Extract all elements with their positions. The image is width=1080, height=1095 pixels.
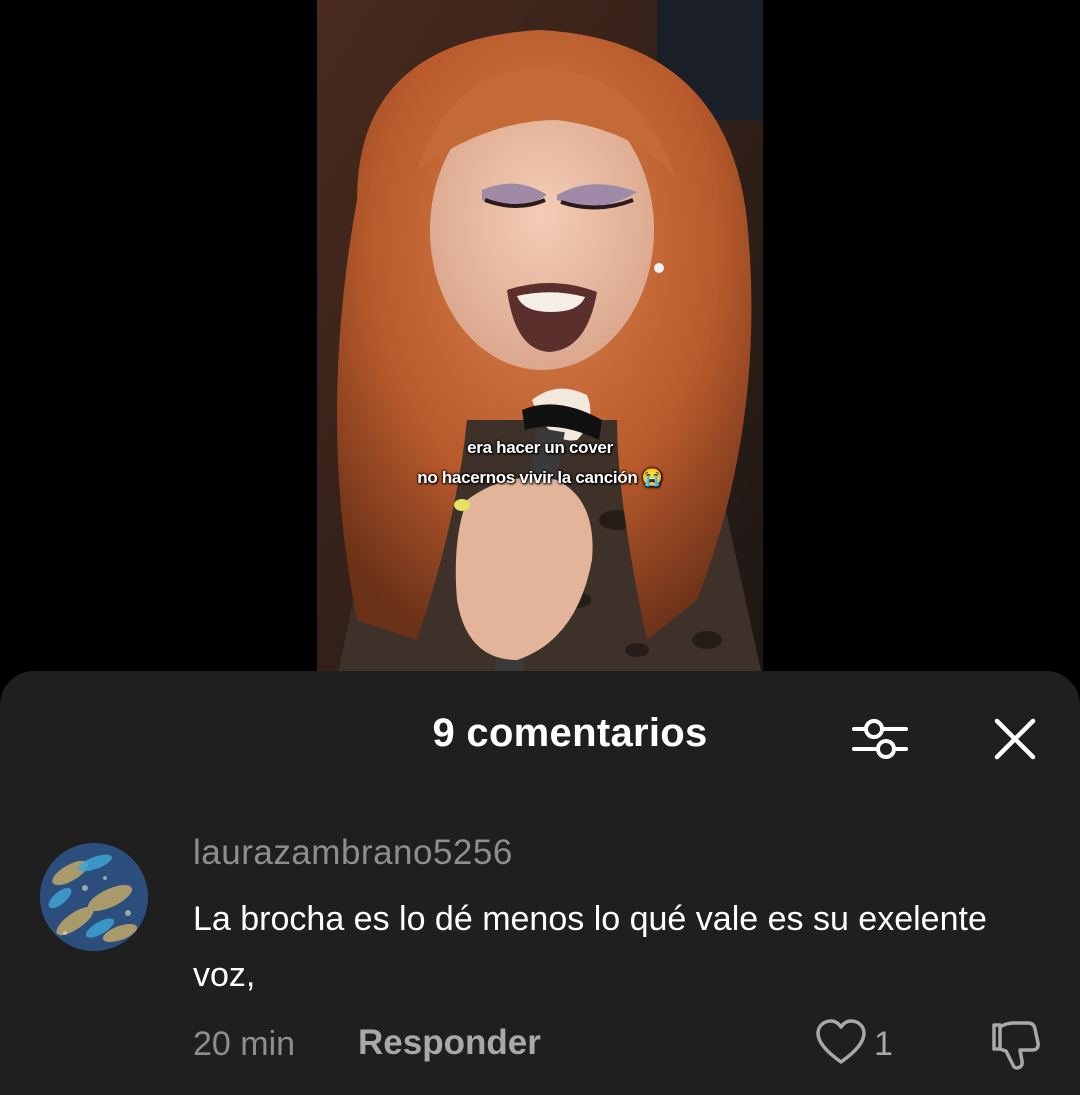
reply-button[interactable]: Responder <box>358 1023 541 1063</box>
comment-item: laurazambrano5256 La brocha es lo dé men… <box>0 821 1080 1091</box>
thumbs-down-icon <box>992 1021 1040 1070</box>
heart-icon <box>816 1019 866 1064</box>
avatar[interactable] <box>40 843 148 951</box>
comment-timestamp: 20 min <box>193 1025 296 1063</box>
video-caption-line-1: era hacer un cover <box>467 438 613 457</box>
close-icon <box>994 718 1036 760</box>
comment-username[interactable]: laurazambrano5256 <box>193 833 513 873</box>
video-player[interactable]: era hacer un cover no hacernos vivir la … <box>0 0 1080 680</box>
like-count: 1 <box>874 1025 893 1063</box>
avatar-image <box>40 843 148 951</box>
comments-sheet: 9 comentarios laurazambrano5256 La broch… <box>0 671 1080 1095</box>
sliders-icon <box>852 719 908 759</box>
video-thumbnail-illustration <box>317 0 763 680</box>
video-frame[interactable]: era hacer un cover no hacernos vivir la … <box>317 0 763 680</box>
video-caption-line-2: no hacernos vivir la canción 😭 <box>417 468 663 487</box>
dislike-button[interactable] <box>986 1017 1042 1073</box>
comments-count-title: 9 comentarios <box>432 711 708 755</box>
filter-button[interactable] <box>850 711 910 767</box>
close-button[interactable] <box>988 711 1042 767</box>
comment-text: La brocha es lo dé menos lo qué vale es … <box>193 900 987 994</box>
like-button[interactable] <box>814 1017 868 1069</box>
